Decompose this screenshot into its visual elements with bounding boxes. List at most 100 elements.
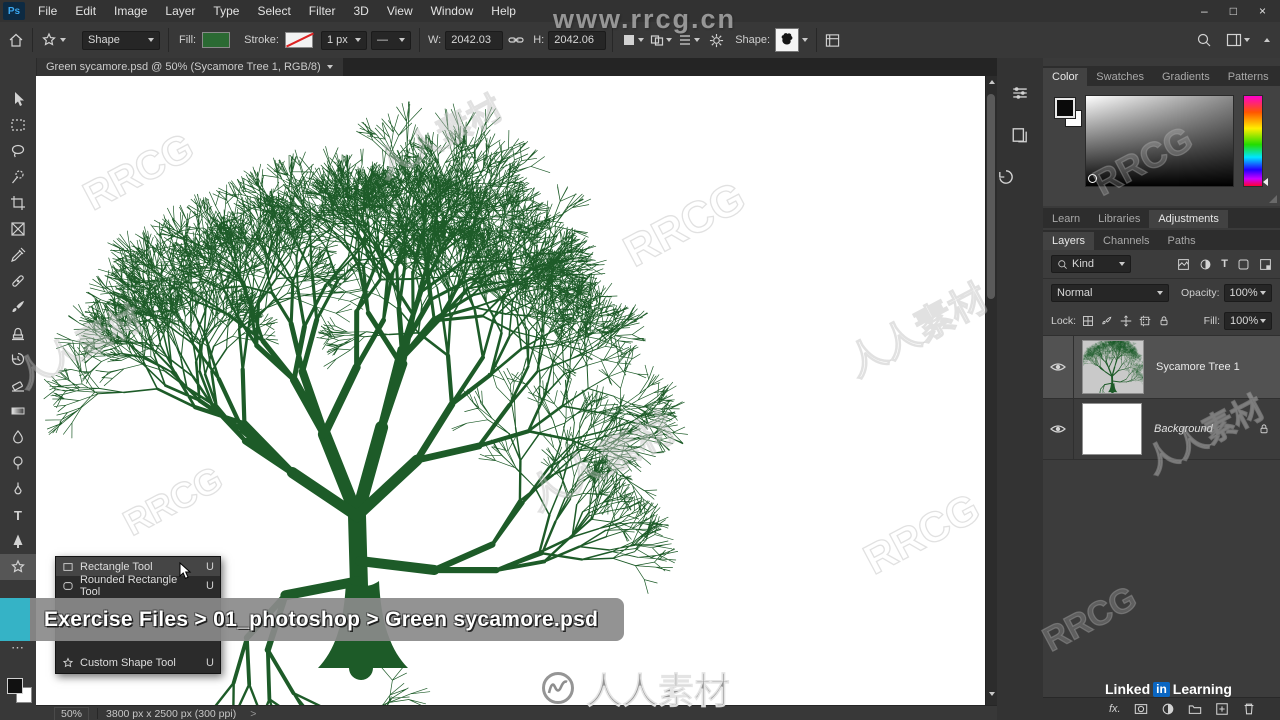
stroke-swatch[interactable] bbox=[284, 32, 314, 48]
blur-tool[interactable] bbox=[0, 424, 36, 450]
filter-shape-layers-icon[interactable] bbox=[1237, 258, 1250, 271]
scrollbar-thumb[interactable] bbox=[987, 94, 995, 299]
lasso-tool[interactable] bbox=[0, 138, 36, 164]
hue-slider-arrow[interactable] bbox=[1263, 178, 1268, 186]
frame-tool[interactable] bbox=[0, 216, 36, 242]
stroke-style-select[interactable]: — bbox=[370, 30, 411, 50]
move-tool[interactable] bbox=[0, 86, 36, 112]
path-operations-button[interactable] bbox=[619, 33, 647, 47]
tab-patterns[interactable]: Patterns bbox=[1219, 68, 1278, 86]
menu-item-view[interactable]: View bbox=[378, 0, 422, 22]
history-panel-button[interactable] bbox=[997, 168, 1043, 186]
filter-adjustment-layers-icon[interactable] bbox=[1199, 258, 1212, 271]
quick-selection-tool[interactable] bbox=[0, 164, 36, 190]
brush-settings-panel-button[interactable] bbox=[1011, 84, 1029, 102]
layer-row-background[interactable]: Background bbox=[1043, 399, 1280, 460]
hue-slider[interactable] bbox=[1243, 95, 1263, 187]
shape-height-input[interactable]: 2042.06 bbox=[548, 30, 607, 50]
foreground-background-widget[interactable] bbox=[1054, 97, 1085, 128]
lock-transparency-icon[interactable] bbox=[1082, 315, 1094, 327]
shape-settings-button[interactable] bbox=[703, 33, 730, 48]
menu-item-edit[interactable]: Edit bbox=[66, 0, 105, 22]
menu-item-window[interactable]: Window bbox=[422, 0, 483, 22]
zoom-level-field[interactable]: 50% bbox=[54, 706, 90, 720]
saturation-brightness-field[interactable] bbox=[1085, 95, 1234, 187]
foreground-color-swatch[interactable] bbox=[7, 678, 23, 694]
minimize-button[interactable]: – bbox=[1201, 4, 1208, 18]
foreground-color-swatch[interactable] bbox=[1054, 97, 1076, 119]
lock-position-icon[interactable] bbox=[1120, 315, 1132, 327]
path-arrangement-button[interactable] bbox=[675, 33, 703, 47]
filter-type-layers-icon[interactable]: T bbox=[1221, 258, 1228, 270]
eraser-tool[interactable] bbox=[0, 372, 36, 398]
path-selection-tool[interactable] bbox=[0, 528, 36, 554]
search-button[interactable] bbox=[1196, 32, 1212, 48]
new-adjustment-layer-button[interactable] bbox=[1161, 702, 1175, 716]
delete-layer-button[interactable] bbox=[1242, 702, 1256, 716]
path-alignment-button[interactable] bbox=[647, 33, 675, 47]
fill-swatch[interactable] bbox=[202, 32, 231, 48]
collapse-options-icon[interactable] bbox=[1264, 38, 1270, 42]
color-cursor[interactable] bbox=[1088, 174, 1097, 183]
new-group-button[interactable] bbox=[1188, 702, 1202, 716]
dodge-tool[interactable] bbox=[0, 450, 36, 476]
layer-effects-button[interactable]: fx. bbox=[1109, 703, 1121, 715]
menu-item-image[interactable]: Image bbox=[105, 0, 156, 22]
layer-visibility-toggle[interactable] bbox=[1043, 399, 1074, 459]
tab-learn[interactable]: Learn bbox=[1043, 210, 1089, 228]
workspace-button[interactable] bbox=[1226, 32, 1250, 48]
document-tab[interactable]: Green sycamore.psd @ 50% (Sycamore Tree … bbox=[36, 58, 343, 76]
blend-mode-select[interactable]: Normal bbox=[1051, 284, 1169, 302]
gradient-tool[interactable] bbox=[0, 398, 36, 424]
color-swatches-widget[interactable] bbox=[7, 678, 33, 704]
tab-layers[interactable]: Layers bbox=[1043, 232, 1095, 250]
history-brush-tool[interactable] bbox=[0, 346, 36, 372]
menu-item-3d[interactable]: 3D bbox=[344, 0, 377, 22]
filter-pixel-layers-icon[interactable] bbox=[1177, 258, 1190, 271]
shape-tool[interactable] bbox=[0, 554, 36, 580]
layer-thumbnail[interactable] bbox=[1082, 403, 1142, 455]
new-layer-button[interactable] bbox=[1215, 702, 1229, 716]
filter-smart-objects-icon[interactable] bbox=[1259, 258, 1272, 271]
lock-artboard-icon[interactable] bbox=[1139, 315, 1151, 327]
flyout-rounded-rectangle-tool[interactable]: Rounded Rectangle Tool U bbox=[56, 574, 220, 598]
crop-tool[interactable] bbox=[0, 190, 36, 216]
clone-source-panel-button[interactable] bbox=[1011, 126, 1029, 144]
rectangular-marquee-tool[interactable] bbox=[0, 112, 36, 138]
pen-tool[interactable] bbox=[0, 476, 36, 502]
tab-menu-icon[interactable] bbox=[326, 65, 333, 69]
layer-thumbnail[interactable] bbox=[1082, 340, 1144, 394]
layer-visibility-toggle[interactable] bbox=[1043, 336, 1074, 398]
close-button[interactable]: × bbox=[1259, 4, 1266, 18]
spot-healing-brush-tool[interactable] bbox=[0, 268, 36, 294]
clone-stamp-tool[interactable] bbox=[0, 320, 36, 346]
tab-color[interactable]: Color bbox=[1043, 68, 1088, 86]
tab-adjustments[interactable]: Adjustments bbox=[1149, 210, 1228, 228]
lock-pixels-icon[interactable] bbox=[1101, 315, 1113, 327]
menu-item-layer[interactable]: Layer bbox=[156, 0, 204, 22]
maximize-button[interactable]: □ bbox=[1230, 4, 1237, 18]
status-chevron-icon[interactable]: > bbox=[250, 708, 256, 720]
opacity-field[interactable]: 100% bbox=[1223, 284, 1272, 302]
scroll-up-icon[interactable] bbox=[989, 80, 995, 84]
tab-channels[interactable]: Channels bbox=[1094, 232, 1158, 250]
tab-paths[interactable]: Paths bbox=[1159, 232, 1205, 250]
toggle-panels-button[interactable] bbox=[825, 33, 840, 48]
tool-mode-select[interactable]: Shape bbox=[82, 30, 160, 50]
scroll-down-icon[interactable] bbox=[989, 692, 995, 696]
menu-item-file[interactable]: File bbox=[29, 0, 66, 22]
link-dimensions-button[interactable] bbox=[503, 32, 529, 48]
add-layer-mask-button[interactable] bbox=[1134, 702, 1148, 716]
layer-filter-kind-select[interactable]: Kind bbox=[1051, 255, 1131, 273]
layer-name[interactable]: Sycamore Tree 1 bbox=[1156, 361, 1240, 373]
type-tool[interactable]: T bbox=[0, 502, 36, 528]
panel-resize-grip[interactable] bbox=[1269, 195, 1277, 203]
tool-preset[interactable] bbox=[33, 32, 74, 48]
menu-item-type[interactable]: Type bbox=[204, 0, 248, 22]
tab-libraries[interactable]: Libraries bbox=[1089, 210, 1149, 228]
tab-gradients[interactable]: Gradients bbox=[1153, 68, 1219, 86]
edit-toolbar-button[interactable]: ⋯ bbox=[0, 640, 36, 656]
layer-row-sycamore[interactable]: Sycamore Tree 1 bbox=[1043, 336, 1280, 399]
flyout-custom-shape-tool[interactable]: Custom Shape Tool U bbox=[56, 653, 220, 672]
menu-item-filter[interactable]: Filter bbox=[300, 0, 345, 22]
